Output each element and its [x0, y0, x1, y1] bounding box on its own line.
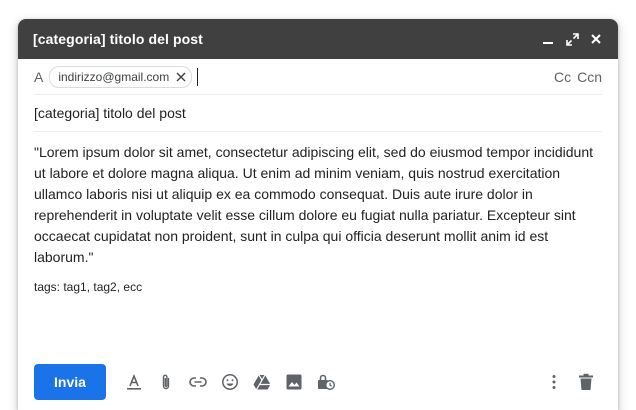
- recipients-row: A indirizzo@gmail.com Cc Ccn: [34, 59, 602, 95]
- message-tags[interactable]: tags: tag1, tag2, ecc: [34, 280, 602, 294]
- cc-link[interactable]: Cc: [554, 69, 571, 85]
- recipient-email: indirizzo@gmail.com: [58, 69, 170, 84]
- remove-recipient-icon[interactable]: [175, 71, 187, 83]
- more-options-icon[interactable]: [538, 366, 570, 398]
- attach-icon[interactable]: [150, 366, 182, 398]
- image-icon[interactable]: [278, 366, 310, 398]
- confidential-icon[interactable]: [310, 366, 342, 398]
- emoji-icon[interactable]: [214, 366, 246, 398]
- recipient-chip[interactable]: indirizzo@gmail.com: [49, 65, 193, 88]
- send-button[interactable]: Invia: [34, 364, 106, 400]
- delete-icon[interactable]: [570, 366, 602, 398]
- format-text-icon[interactable]: [118, 366, 150, 398]
- subject-field[interactable]: [categoria] titolo del post: [34, 95, 602, 132]
- compose-title: [categoria] titolo del post: [33, 31, 203, 47]
- compose-window: [categoria] titolo del post A indirizzo@…: [18, 19, 618, 410]
- header-actions: [541, 32, 603, 46]
- minimize-icon[interactable]: [541, 32, 555, 46]
- cc-bcc-links: Cc Ccn: [554, 69, 602, 85]
- link-icon[interactable]: [182, 366, 214, 398]
- expand-icon[interactable]: [565, 32, 579, 46]
- compose-toolbar: Invia: [34, 364, 602, 400]
- close-icon[interactable]: [589, 32, 603, 46]
- subject-text: [categoria] titolo del post: [34, 105, 186, 121]
- message-body[interactable]: "Lorem ipsum dolor sit amet, consectetur…: [34, 142, 602, 268]
- text-cursor: [197, 67, 199, 86]
- bcc-link[interactable]: Ccn: [577, 69, 602, 85]
- drive-icon[interactable]: [246, 366, 278, 398]
- compose-header: [categoria] titolo del post: [18, 19, 618, 59]
- to-label: A: [34, 68, 44, 85]
